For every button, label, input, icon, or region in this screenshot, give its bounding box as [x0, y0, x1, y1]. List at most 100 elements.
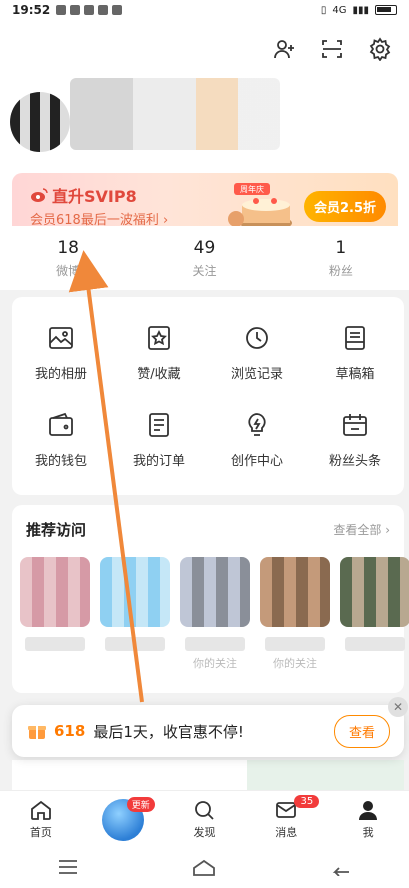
tab-label: 发现	[193, 825, 216, 839]
status-time: 19:52	[12, 3, 51, 17]
status-right: ▯ 4G ▮▮▮	[321, 5, 397, 16]
promo-view-button[interactable]: 查看	[333, 714, 390, 748]
grid-item-wallet[interactable]: 我的钱包	[12, 396, 110, 483]
battery-icon	[375, 5, 397, 15]
vibrate-icon: ▯	[320, 4, 327, 16]
gift-icon	[28, 726, 46, 739]
vip-title: 直升SVIP8	[52, 187, 137, 206]
grid-item-album[interactable]: 我的相册	[12, 309, 110, 396]
user-name-blurred	[185, 637, 245, 651]
notification-icon	[112, 5, 123, 15]
stat-label: 微博	[56, 263, 81, 278]
recommended-user[interactable]	[340, 557, 409, 671]
update-badge: 更新	[126, 797, 155, 812]
close-icon[interactable]: ✕	[388, 697, 408, 717]
promo-highlight: 618	[54, 722, 86, 740]
orders-icon	[144, 410, 174, 440]
system-navigation-bar	[0, 846, 409, 888]
notification-icons	[56, 5, 123, 15]
add-user-icon[interactable]	[271, 36, 297, 62]
tab-label: 首页	[29, 825, 52, 839]
recommended-user[interactable]	[100, 557, 170, 671]
header-actions	[271, 36, 393, 62]
notification-icon	[70, 5, 81, 15]
network-label: 4G	[332, 4, 347, 16]
drafts-icon	[340, 323, 370, 353]
profile-stats: 18 微博 49 关注 1 粉丝	[0, 226, 409, 290]
stat-number: 49	[193, 237, 216, 258]
recommended-title: 推荐访问	[26, 521, 87, 539]
notification-icon	[84, 5, 95, 15]
vip-discount-button[interactable]: 会员2.5折	[303, 191, 386, 222]
stat-number: 18	[57, 237, 79, 258]
weibo-logo-icon	[31, 188, 48, 202]
stat-following[interactable]: 49 关注	[136, 226, 272, 290]
grid-item-history[interactable]: 浏览记录	[208, 309, 306, 396]
home-nav-icon[interactable]	[191, 858, 217, 876]
status-bar: 19:52 ▯ 4G ▮▮▮	[0, 0, 409, 20]
stat-label: 关注	[192, 263, 217, 278]
grid-label: 浏览记录	[230, 367, 283, 382]
stat-fans[interactable]: 1 粉丝	[273, 226, 409, 290]
avatar[interactable]	[10, 92, 70, 152]
stat-posts[interactable]: 18 微博	[0, 226, 136, 290]
avatar	[100, 557, 170, 627]
recommended-user[interactable]: 你的关注	[260, 557, 330, 671]
vip-title-row: 直升SVIP8	[30, 183, 137, 207]
avatar	[340, 557, 409, 627]
feed-preview-blurred	[12, 760, 404, 790]
wallet-icon	[46, 410, 76, 440]
fans-headline-icon	[340, 410, 370, 440]
stat-number: 1	[335, 237, 347, 258]
notification-icon	[98, 5, 109, 15]
notification-icon	[56, 5, 67, 15]
grid-label: 草稿箱	[335, 367, 375, 382]
grid-label: 赞/收藏	[137, 367, 181, 382]
avatar	[180, 557, 250, 627]
grid-label: 粉丝头条	[328, 454, 381, 469]
user-name-blurred	[105, 637, 165, 651]
signal-icon: ▮▮▮	[352, 4, 369, 16]
grid-label: 我的订单	[132, 454, 185, 469]
grid-item-favorites[interactable]: 赞/收藏	[110, 309, 208, 396]
grid-item-orders[interactable]: 我的订单	[110, 396, 208, 483]
tab-label: 消息	[275, 825, 298, 839]
recommend-reason: 你的关注	[273, 657, 317, 670]
tab-home[interactable]: 首页	[0, 791, 82, 846]
anniversary-ribbon: 周年庆	[240, 184, 264, 194]
tab-discover[interactable]: 发现	[164, 791, 246, 846]
grid-item-drafts[interactable]: 草稿箱	[306, 309, 404, 396]
user-name-blurred	[265, 637, 325, 651]
avatar	[20, 557, 90, 627]
album-icon	[46, 323, 76, 353]
recommended-user[interactable]	[20, 557, 90, 671]
promo-text: 最后1天，收官惠不停!	[93, 722, 244, 741]
recommended-user[interactable]: 你的关注	[180, 557, 250, 671]
bottom-tab-bar: 首页 更新 发现 消息 35 我	[0, 790, 409, 846]
grid-label: 我的钱包	[34, 454, 87, 469]
profile-icon	[359, 800, 378, 820]
promo-banner[interactable]: 618 最后1天，收官惠不停! 查看 ✕	[12, 697, 408, 757]
user-name-blurred	[25, 637, 85, 651]
tab-messages[interactable]: 消息 35	[245, 791, 327, 846]
menu-icon[interactable]	[56, 858, 80, 876]
grid-item-creator[interactable]: 创作中心	[208, 396, 306, 483]
username-blurred[interactable]	[70, 78, 280, 150]
back-icon[interactable]	[329, 858, 353, 876]
home-icon	[30, 800, 51, 820]
grid-label: 创作中心	[230, 454, 283, 469]
recommend-reason: 你的关注	[193, 657, 237, 670]
tab-me[interactable]: 我	[327, 791, 409, 846]
tab-label: 我	[362, 825, 374, 839]
view-all-link[interactable]: 查看全部 ›	[333, 521, 390, 538]
grid-label: 我的相册	[34, 367, 87, 382]
search-icon	[195, 800, 215, 820]
user-name-blurred	[345, 637, 405, 651]
function-grid: 我的相册 赞/收藏 浏览记录 草稿箱 我的钱包 我的订单 创作中心 粉丝头条	[12, 297, 404, 495]
settings-icon[interactable]	[367, 36, 393, 62]
history-icon	[242, 323, 272, 353]
scan-icon[interactable]	[319, 36, 345, 62]
grid-item-fans-headline[interactable]: 粉丝头条	[306, 396, 404, 483]
tab-video[interactable]: 更新	[82, 791, 164, 846]
avatar	[260, 557, 330, 627]
